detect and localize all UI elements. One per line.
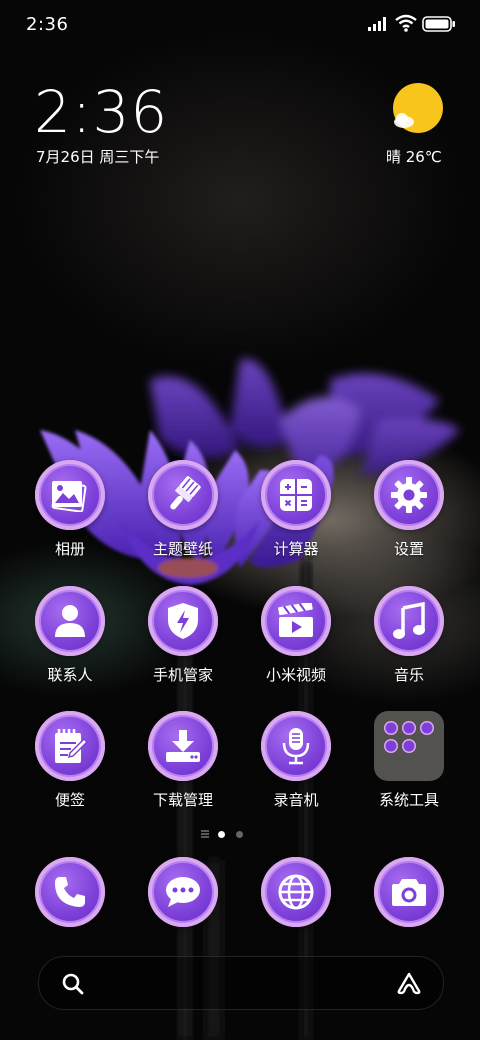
app-icon-security[interactable] — [148, 586, 218, 656]
app-security[interactable]: 手机管家 — [127, 586, 239, 696]
app-video[interactable]: 小米视频 — [240, 586, 352, 696]
dock-phone[interactable] — [35, 857, 105, 927]
search-bar[interactable] — [38, 956, 444, 1010]
contact-person-icon — [55, 605, 85, 637]
calculator-icon — [280, 479, 312, 511]
app-label-recorder: 录音机 — [273, 791, 319, 809]
app-icon-downloads[interactable] — [148, 711, 218, 781]
app-label-gallery: 相册 — [54, 540, 85, 558]
app-theme[interactable]: 主题壁纸 — [127, 460, 239, 570]
battery-icon — [422, 16, 455, 32]
app-settings[interactable]: 设置 — [353, 460, 465, 570]
folder-icon[interactable] — [374, 711, 444, 781]
signal-icon — [368, 17, 386, 31]
app-icon-gallery[interactable] — [35, 460, 105, 530]
gallery-icon — [51, 481, 87, 512]
app-icon-camera[interactable] — [374, 857, 444, 927]
app-icon-browser[interactable] — [261, 857, 331, 927]
music-note-icon — [393, 602, 425, 639]
app-icon-notes[interactable] — [35, 711, 105, 781]
app-label-calculator: 计算器 — [273, 540, 319, 558]
video-clapper-icon — [278, 603, 313, 637]
app-label-downloads: 下载管理 — [152, 791, 213, 809]
camera-icon — [392, 879, 426, 906]
dock-messages[interactable] — [148, 857, 218, 927]
assistant-icon[interactable] — [395, 971, 423, 995]
mini-download-icon — [402, 721, 416, 735]
status-time: 2:36 — [26, 14, 69, 35]
app-label-video: 小米视频 — [265, 666, 326, 684]
wifi-icon — [395, 14, 417, 32]
dock-browser[interactable] — [261, 857, 331, 927]
app-icon-recorder[interactable] — [261, 711, 331, 781]
app-downloads[interactable]: 下载管理 — [127, 711, 239, 821]
app-label-notes: 便签 — [54, 791, 85, 809]
app-icon-theme[interactable] — [148, 460, 218, 530]
app-label-folder: 系统工具 — [378, 791, 439, 809]
gear-icon — [391, 477, 427, 513]
app-label-contacts: 联系人 — [47, 666, 93, 684]
security-shield-icon — [168, 603, 198, 639]
app-label-security: 手机管家 — [152, 666, 213, 684]
app-icon-video[interactable] — [261, 586, 331, 656]
app-calculator[interactable]: 计算器 — [240, 460, 352, 570]
app-notes[interactable]: 便签 — [14, 711, 126, 821]
mini-radio-icon — [402, 739, 416, 753]
clock-widget-date[interactable]: 7月26日 周三下午 — [36, 146, 159, 167]
clock-widget-time[interactable]: 2:36 — [34, 78, 168, 146]
app-label-theme: 主题壁纸 — [152, 540, 213, 558]
page-dot-current[interactable] — [218, 831, 225, 838]
browser-globe-icon — [278, 874, 314, 910]
sun-cloud-icon[interactable] — [390, 82, 446, 138]
app-contacts[interactable]: 联系人 — [14, 586, 126, 696]
app-icon-phone[interactable] — [35, 857, 105, 927]
app-gallery[interactable]: 相册 — [14, 460, 126, 570]
theme-brush-icon — [170, 476, 201, 510]
download-icon — [166, 730, 200, 762]
mini-compass-icon — [384, 739, 398, 753]
message-bubble-icon — [166, 877, 200, 907]
app-icon-messages[interactable] — [148, 857, 218, 927]
weather-text[interactable]: 晴 26℃ — [386, 146, 442, 167]
app-icon-calculator[interactable] — [261, 460, 331, 530]
app-label-settings: 设置 — [393, 540, 424, 558]
status-bar: 2:36 — [0, 0, 480, 50]
notes-icon — [55, 729, 89, 763]
phone-icon — [55, 877, 85, 907]
app-music[interactable]: 音乐 — [353, 586, 465, 696]
mini-contacts-icon — [384, 721, 398, 735]
app-label-music: 音乐 — [393, 666, 424, 684]
dock-camera[interactable] — [374, 857, 444, 927]
app-icon-contacts[interactable] — [35, 586, 105, 656]
microphone-icon — [282, 728, 310, 765]
app-recorder[interactable]: 录音机 — [240, 711, 352, 821]
app-icon-settings[interactable] — [374, 460, 444, 530]
search-icon[interactable] — [61, 972, 85, 996]
page-dot[interactable] — [236, 831, 243, 838]
app-icon-music[interactable] — [374, 586, 444, 656]
app-folder-system-tools[interactable]: 系统工具 — [353, 711, 465, 821]
mini-microphone-icon — [420, 721, 434, 735]
page-indicator-menu-lines-icon[interactable] — [201, 830, 209, 838]
